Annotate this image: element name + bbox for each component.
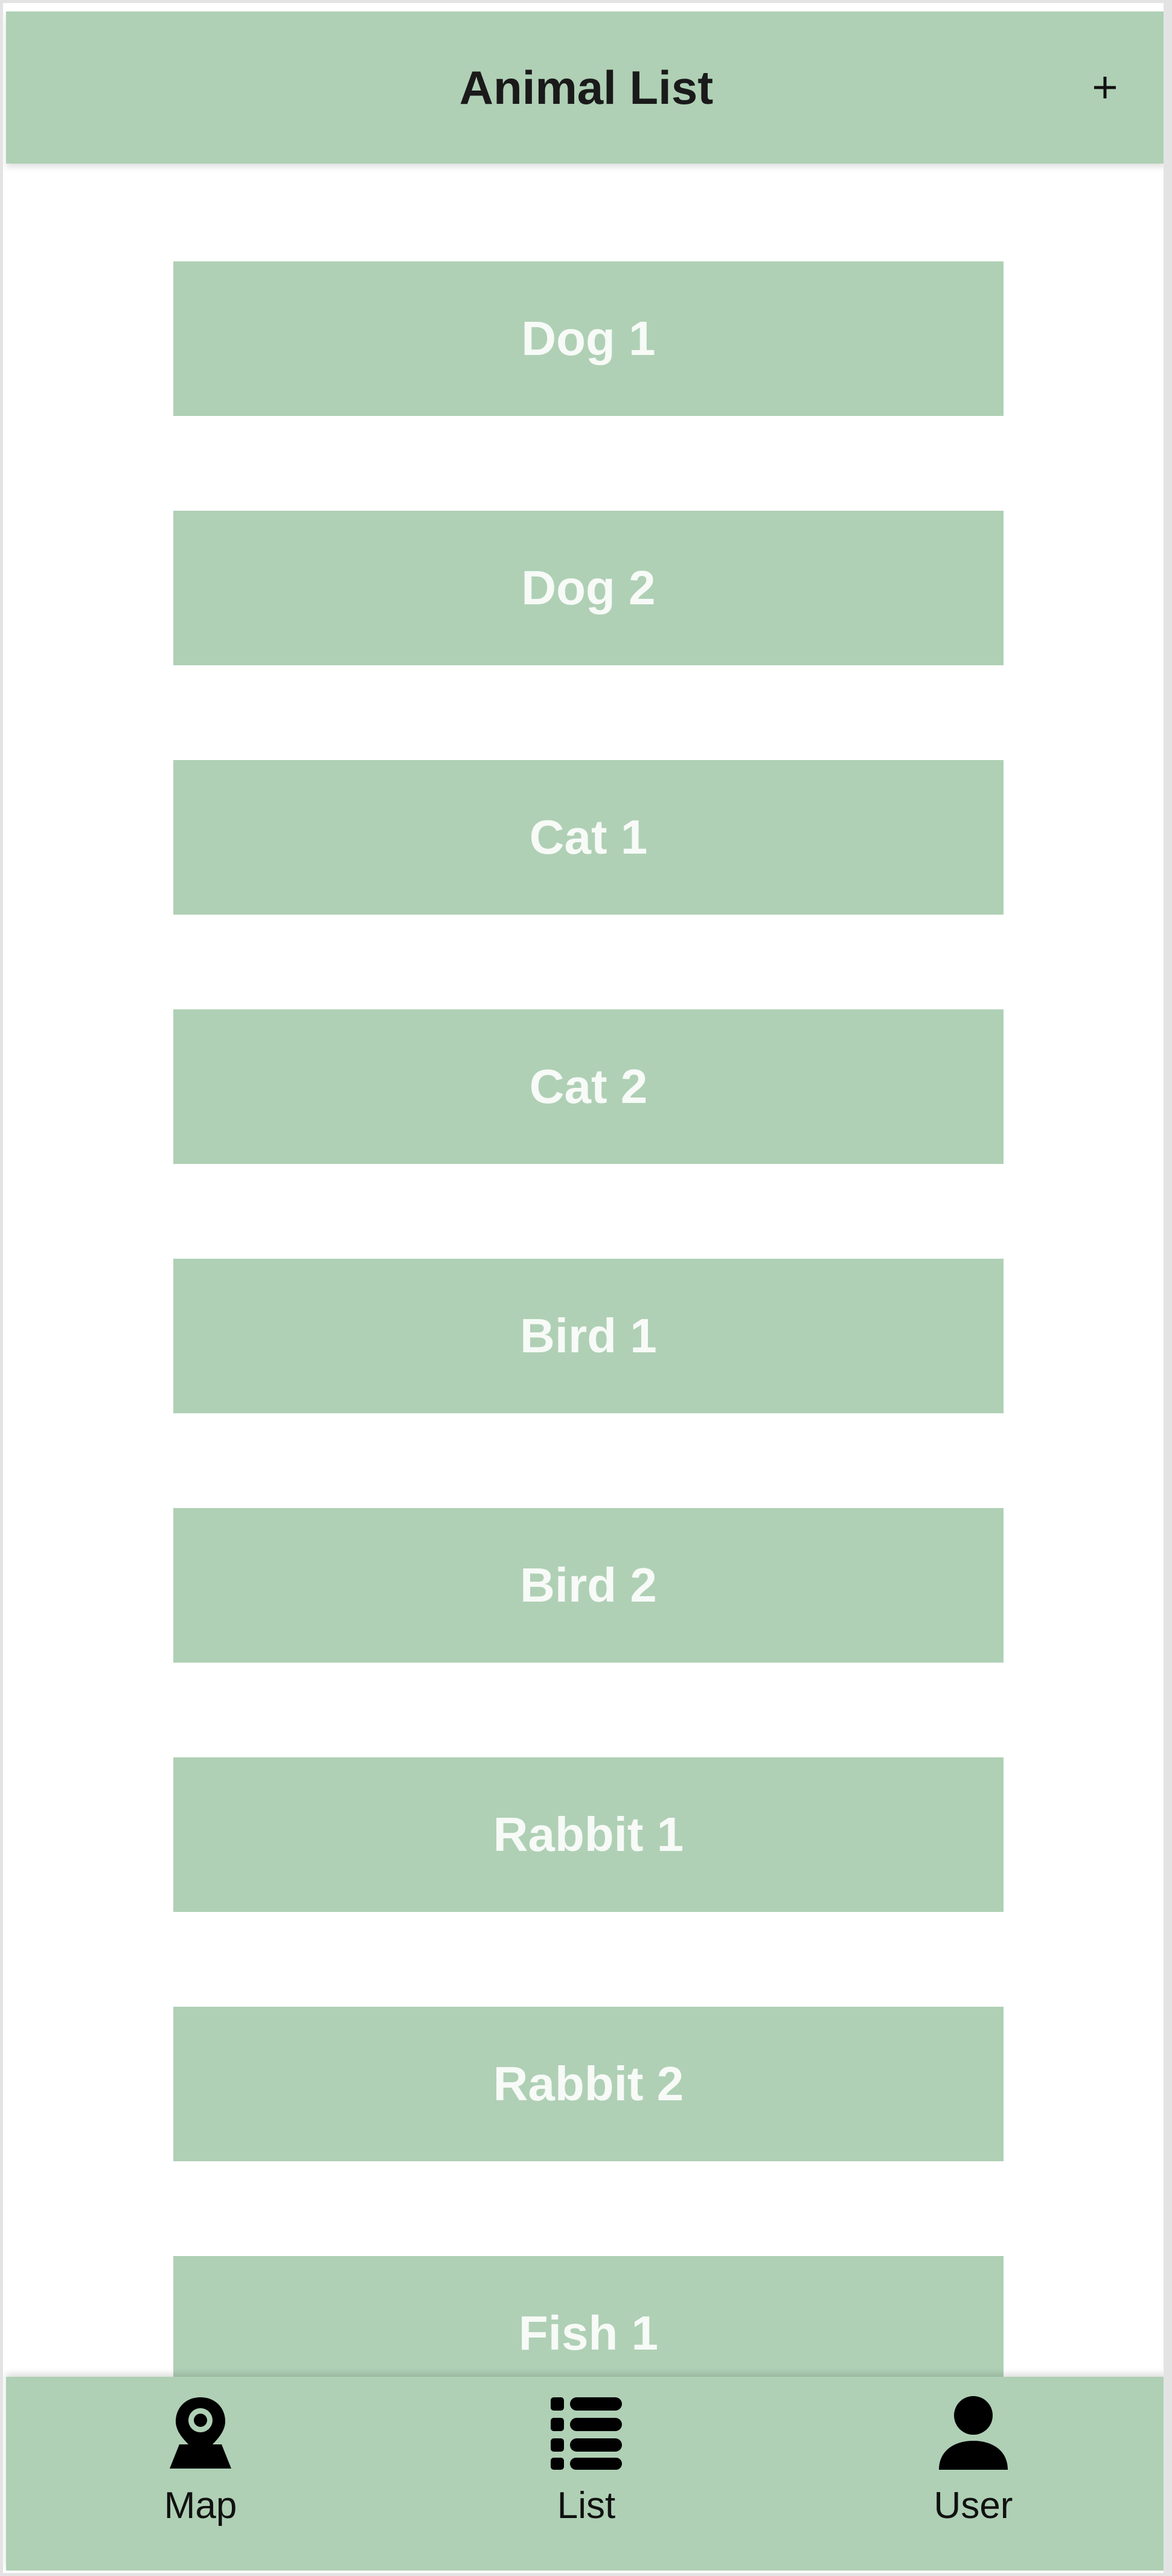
- app-header: Animal List: [6, 11, 1164, 164]
- animal-list-item[interactable]: Dog 2: [173, 511, 1004, 665]
- animal-item-label: Rabbit 2: [493, 2057, 684, 2111]
- tab-user-label: User: [933, 2485, 1013, 2526]
- map-pin-icon: [170, 2397, 231, 2469]
- animal-list-item[interactable]: Rabbit 1: [173, 1757, 1004, 1912]
- page-title: Animal List: [459, 61, 714, 114]
- tab-user[interactable]: User: [883, 2377, 1064, 2571]
- animal-list-item[interactable]: Dog 1: [173, 261, 1004, 416]
- user-icon: [939, 2396, 1008, 2470]
- animal-list-item[interactable]: Fish 1: [173, 2256, 1004, 2377]
- tab-list[interactable]: List: [496, 2377, 677, 2571]
- animal-list-item[interactable]: Rabbit 2: [173, 2007, 1004, 2161]
- animal-list: Dog 1 Dog 2 Cat 1 Cat 2 Bird 1 Bird 2 Ra…: [173, 261, 1004, 2377]
- animal-item-label: Fish 1: [518, 2306, 659, 2360]
- tab-map[interactable]: Map: [110, 2377, 291, 2571]
- plus-icon: [1094, 77, 1116, 98]
- tab-list-label: List: [557, 2485, 616, 2526]
- bottom-tab-bar: Map List User: [6, 2377, 1164, 2571]
- animal-item-label: Cat 1: [529, 810, 648, 864]
- animal-item-label: Dog 2: [521, 561, 656, 615]
- animal-list-item[interactable]: Bird 2: [173, 1508, 1004, 1663]
- animal-item-label: Bird 2: [520, 1558, 657, 1612]
- add-animal-button[interactable]: [1081, 63, 1129, 112]
- animal-list-item[interactable]: Cat 1: [173, 760, 1004, 915]
- animal-list-scroll-area[interactable]: Dog 1 Dog 2 Cat 1 Cat 2 Bird 1 Bird 2 Ra…: [6, 164, 1164, 2377]
- tab-map-label: Map: [164, 2485, 237, 2526]
- animal-item-label: Cat 2: [529, 1059, 648, 1113]
- app-frame: Animal List Dog 1 Dog 2 Cat 1 Cat 2 Bird…: [0, 0, 1172, 2576]
- animal-item-label: Dog 1: [521, 312, 656, 365]
- list-icon: [551, 2397, 622, 2470]
- animal-list-item[interactable]: Cat 2: [173, 1009, 1004, 1164]
- animal-item-label: Bird 1: [520, 1309, 657, 1363]
- animal-list-item[interactable]: Bird 1: [173, 1259, 1004, 1413]
- animal-item-label: Rabbit 1: [493, 1807, 684, 1861]
